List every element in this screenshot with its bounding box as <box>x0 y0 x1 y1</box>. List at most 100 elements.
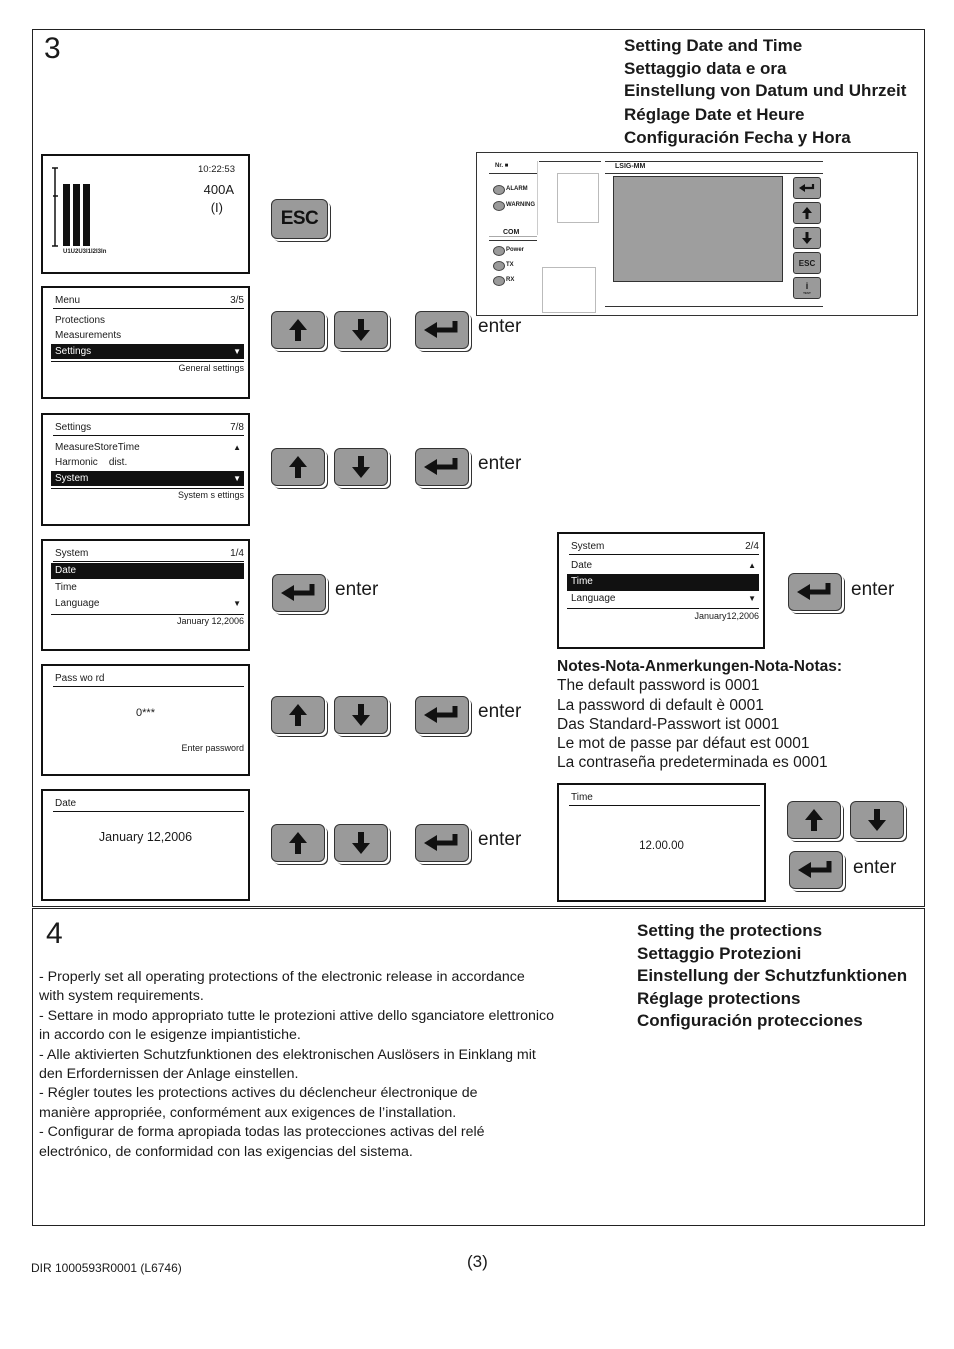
menu-item-protections[interactable]: Protections <box>51 313 244 328</box>
password-hint: Enter password <box>181 743 244 753</box>
step-3-number: 3 <box>44 32 61 65</box>
time-value[interactable]: 12.00.00 <box>559 840 764 852</box>
warning-label: WARNING <box>506 202 535 208</box>
device-display <box>613 176 783 282</box>
enter-label: enter <box>478 316 522 337</box>
system-item-language[interactable]: Language ▼ <box>567 591 759 606</box>
password-title: Pass wo rd <box>55 673 105 684</box>
enter-icon <box>797 583 831 600</box>
down-key[interactable] <box>334 696 388 734</box>
power-led <box>493 246 505 256</box>
arrow-up-icon <box>289 456 307 478</box>
title-en: Setting the protections <box>637 921 823 940</box>
bar-u2 <box>73 184 80 246</box>
enter-key[interactable] <box>415 824 469 862</box>
arrow-up-icon <box>289 832 307 854</box>
system-item-time[interactable]: Time <box>567 574 759 591</box>
enter-key[interactable] <box>272 574 326 612</box>
system-item-date[interactable]: Date ▲ <box>567 558 759 573</box>
document-id: DIR 1000593R0001 (L6746) <box>31 1261 182 1275</box>
down-key[interactable] <box>334 824 388 862</box>
enter-icon <box>281 584 315 601</box>
system-item-language[interactable]: Language ▼ <box>51 596 244 611</box>
arrow-down-icon <box>352 832 370 854</box>
device-test-key[interactable]: i TEST <box>793 277 821 299</box>
enter-label: enter <box>478 453 522 474</box>
rx-led <box>493 276 505 286</box>
settings-item-system[interactable]: System ▼ <box>51 471 244 486</box>
title-es: Configuración Fecha y Hora <box>624 128 851 147</box>
system-page: 1/4 <box>230 548 244 559</box>
menu-item-measurements[interactable]: Measurements <box>51 328 244 343</box>
bar-graph <box>52 167 90 247</box>
up-key[interactable] <box>271 311 325 349</box>
down-key[interactable] <box>850 801 904 839</box>
info-icon: i <box>805 280 809 291</box>
step-4-titles: Setting the protections Settaggio Protez… <box>637 920 907 1033</box>
title-fr: Réglage protections <box>637 988 801 1008</box>
settings-item-harmonic[interactable]: Harmonic dist. <box>51 455 244 470</box>
date-title: Date <box>55 798 77 809</box>
up-key[interactable] <box>787 801 841 839</box>
enter-key[interactable] <box>789 851 843 889</box>
title-fr: Réglage Date et Heure <box>624 104 805 124</box>
bar-labels: U1U2U3I1I2I3In <box>63 249 107 255</box>
enter-icon <box>424 321 458 338</box>
com-port-top <box>557 173 599 223</box>
system-item-date[interactable]: Date <box>51 563 244 579</box>
enter-key[interactable] <box>415 311 469 349</box>
arrow-down-icon <box>352 704 370 726</box>
bar-u1 <box>63 184 70 246</box>
enter-icon <box>798 861 832 878</box>
enter-icon <box>424 834 458 851</box>
password-value[interactable]: 0*** <box>43 707 248 719</box>
scroll-up-icon: ▲ <box>748 561 756 570</box>
title-de: Einstellung der Schutzfunktionen <box>637 966 908 985</box>
up-key[interactable] <box>271 448 325 486</box>
arrow-up-icon <box>289 319 307 341</box>
menu-footer: General settings <box>178 363 244 373</box>
down-key[interactable] <box>334 448 388 486</box>
enter-label: enter <box>478 829 522 850</box>
esc-key[interactable]: ESC <box>271 199 328 239</box>
system-footer-date: January12,2006 <box>694 611 759 621</box>
device-up-key[interactable] <box>793 202 821 224</box>
settings-item-measurestoretime[interactable]: MeasureStoreTime ▲ <box>51 440 244 455</box>
com-label: COM <box>503 229 520 236</box>
settings-title: Settings <box>55 422 92 433</box>
down-key[interactable] <box>334 311 388 349</box>
step-4-instructions: - Properly set all operating protections… <box>39 969 554 1160</box>
title-en: Setting Date and Time <box>624 36 803 55</box>
bar-u3 <box>83 184 90 246</box>
title-es: Configuración protecciones <box>637 1011 863 1030</box>
date-value[interactable]: January 12,2006 <box>43 830 248 844</box>
up-key[interactable] <box>271 824 325 862</box>
page-number: (3) <box>467 1252 488 1271</box>
up-key[interactable] <box>271 696 325 734</box>
device-front-panel: Nr. ■ ALARM WARNING COM Power TX RX LSIG… <box>476 152 918 316</box>
password-screen: Pass wo rd 0*** Enter password <box>41 664 250 776</box>
nr-label: Nr. ■ <box>495 163 509 169</box>
enter-key[interactable] <box>415 696 469 734</box>
note-line-es: La contraseña predeterminada es 0001 <box>557 754 828 772</box>
settings-screen: Settings 7/8 MeasureStoreTime ▲ Harmonic d… <box>41 413 250 526</box>
device-enter-key[interactable] <box>793 177 821 199</box>
enter-key[interactable] <box>415 448 469 486</box>
system-item-time[interactable]: Time <box>51 580 244 595</box>
menu-title: Menu <box>55 295 81 306</box>
system-title: System <box>571 541 605 552</box>
menu-item-settings[interactable]: Settings ▼ <box>51 344 244 359</box>
device-esc-key[interactable]: ESC <box>793 252 821 274</box>
arrow-up-icon <box>805 809 823 831</box>
note-line-it: La password di default è 0001 <box>557 696 764 714</box>
enter-key[interactable] <box>788 573 842 611</box>
enter-label: enter <box>478 701 522 722</box>
step-3-titles: Setting Date and Time Settaggio data e o… <box>624 35 906 150</box>
scroll-down-icon: ▼ <box>748 594 756 603</box>
device-down-key[interactable] <box>793 227 821 249</box>
system-screen-time: System 2/4 Date ▲ Time Language ▼ January12… <box>557 532 765 649</box>
time-title: Time <box>571 792 593 803</box>
notes-block: Notes-Nota-Anmerkungen-Nota-Notas: The d… <box>557 657 842 773</box>
esc-key-label: ESC <box>280 208 319 229</box>
device-test-label: TEST <box>803 290 811 295</box>
